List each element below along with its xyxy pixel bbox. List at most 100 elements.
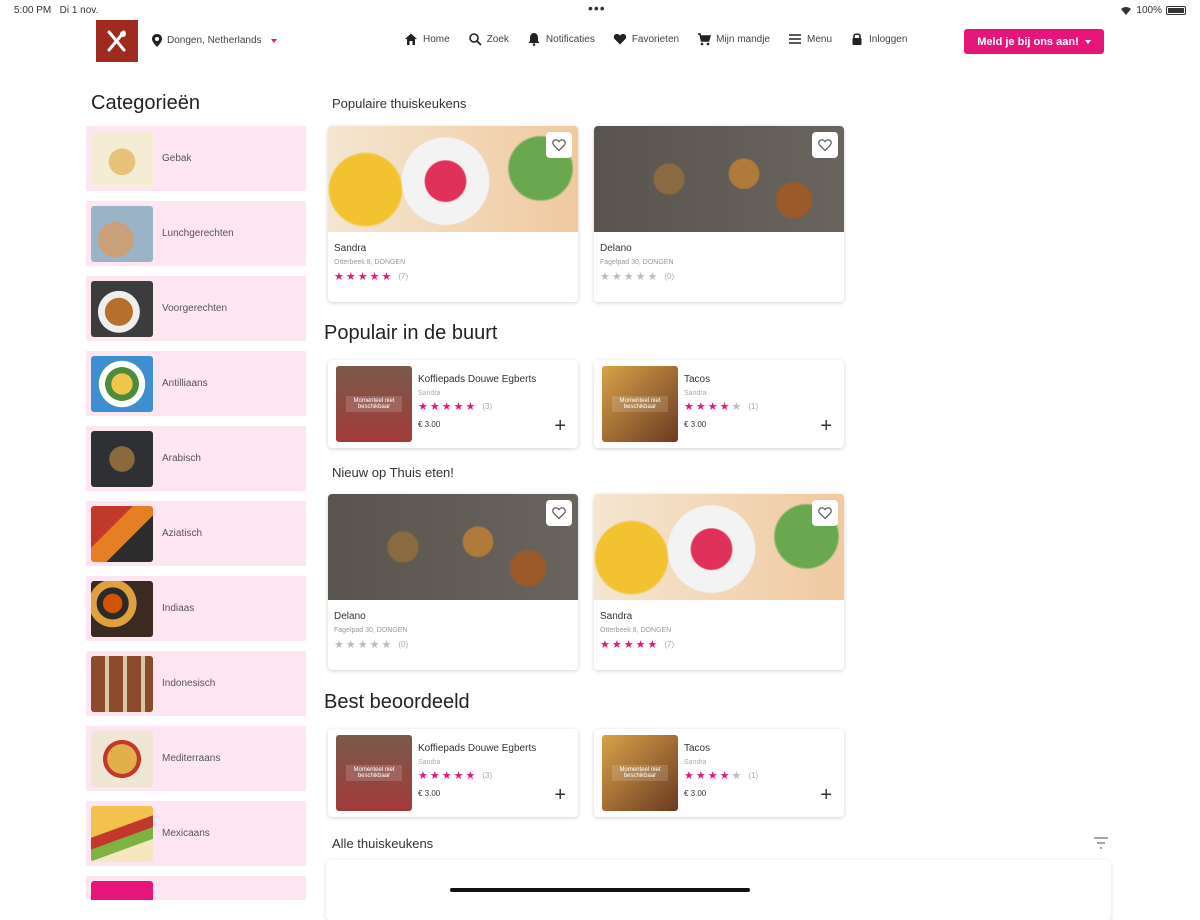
- location-pin-icon: [152, 34, 162, 47]
- product-price: € 3.00: [418, 789, 441, 798]
- unavailable-label: Momenteel niet beschikbaar: [612, 765, 668, 781]
- category-item[interactable]: Antilliaans: [86, 351, 306, 416]
- rating-count: (7): [398, 272, 409, 281]
- star-icon: ★: [369, 271, 380, 283]
- kitchen-card[interactable]: Sandra Otterbeek 8, DONGEN ★ ★ ★ ★ ★ (7): [594, 494, 844, 670]
- status-right: 100%: [1120, 5, 1186, 16]
- star-icon: ★: [345, 639, 356, 651]
- all-kitchens-header: Alle thuiskeukens: [326, 832, 1111, 856]
- nav-notifications[interactable]: Notificaties: [527, 32, 595, 46]
- product-card[interactable]: Momenteel niet beschikbaar Koffiepads Do…: [328, 360, 578, 448]
- nav-notifications-label: Notificaties: [545, 33, 595, 45]
- add-to-cart-button[interactable]: +: [554, 785, 566, 805]
- star-icon: ★: [334, 639, 344, 651]
- filter-icon: [1094, 837, 1108, 849]
- kitchen-name: Sandra: [334, 243, 367, 254]
- star-icon: ★: [611, 639, 622, 651]
- rating: ★ ★ ★ ★ ★ (3): [412, 765, 492, 782]
- kitchen-card[interactable]: Delano Fagelpad 30, DONGEN ★ ★ ★ ★ ★ (0): [594, 126, 844, 302]
- search-icon: [468, 33, 482, 46]
- nav-menu[interactable]: Menu: [788, 32, 832, 46]
- kitchen-card[interactable]: Sandra Otterbeek 8, DONGEN ★ ★ ★ ★ ★ (7): [328, 126, 578, 302]
- filter-button[interactable]: [1093, 836, 1109, 855]
- favorite-button[interactable]: [546, 132, 572, 158]
- location-selector[interactable]: Dongen, Netherlands: [152, 34, 277, 47]
- product-card[interactable]: Momenteel niet beschikbaar Koffiepads Do…: [328, 729, 578, 817]
- home-icon: [405, 33, 417, 45]
- category-item[interactable]: Aziatisch: [86, 501, 306, 566]
- home-indicator[interactable]: [450, 888, 750, 892]
- rating-count: (1): [748, 771, 759, 780]
- category-image: [91, 280, 153, 337]
- category-item[interactable]: Mediterraans: [86, 726, 306, 791]
- star-icon: ★: [695, 401, 706, 413]
- main-content: Populaire thuiskeukens Sandra Otterbeek …: [324, 84, 1126, 920]
- category-item[interactable]: Indiaas: [86, 576, 306, 641]
- category-image: [91, 430, 153, 487]
- product-name: Tacos: [684, 374, 711, 385]
- kitchen-address: Otterbeek 8, DONGEN: [334, 259, 406, 266]
- nav-search[interactable]: Zoek: [468, 32, 509, 46]
- signup-button-label: Meld je bij ons aan!: [977, 35, 1079, 48]
- star-icon: ★: [369, 639, 380, 651]
- battery-icon: [1166, 6, 1186, 15]
- nav-favorites[interactable]: Favorieten: [613, 32, 679, 46]
- category-sidebar: Categorieën Gebak Lunchgerechten Voorger…: [86, 84, 306, 900]
- section-title-popular-nearby: Populair in de buurt: [324, 322, 498, 344]
- app-logo[interactable]: [96, 20, 138, 62]
- section-title-all-kitchens: Alle thuiskeukens: [332, 836, 434, 851]
- category-item[interactable]: Voorgerechten: [86, 276, 306, 341]
- menu-icon: [789, 34, 801, 44]
- section-title-new: Nieuw op Thuis eten!: [332, 465, 454, 480]
- favorite-button[interactable]: [546, 500, 572, 526]
- rating-count: (0): [664, 272, 675, 281]
- star-icon: ★: [381, 639, 392, 651]
- product-price: € 3.00: [684, 420, 707, 429]
- multitask-dots-icon[interactable]: •••: [588, 0, 606, 16]
- chevron-down-icon: [1084, 39, 1091, 44]
- product-price: € 3.00: [684, 789, 707, 798]
- nav-cart[interactable]: Mijn mandje: [697, 32, 770, 46]
- category-image: [91, 730, 153, 787]
- kitchen-name: Sandra: [600, 611, 633, 622]
- category-item[interactable]: Indonesisch: [86, 651, 306, 716]
- add-to-cart-button[interactable]: +: [820, 785, 832, 805]
- product-card[interactable]: Momenteel niet beschikbaar Tacos Sandra …: [594, 360, 844, 448]
- star-icon: ★: [429, 770, 440, 782]
- star-icon: ★: [418, 770, 428, 782]
- add-to-cart-button[interactable]: +: [554, 416, 566, 436]
- star-icon: ★: [719, 401, 730, 413]
- category-image: [91, 355, 153, 412]
- heart-outline-icon: [552, 507, 566, 520]
- rating: ★ ★ ★ ★ ★ (1): [678, 765, 758, 782]
- category-item[interactable]: Gebak: [86, 126, 306, 191]
- star-icon: ★: [600, 271, 610, 283]
- rating-count: (3): [482, 402, 493, 411]
- star-icon: ★: [429, 401, 440, 413]
- signup-button[interactable]: Meld je bij ons aan!: [964, 29, 1104, 54]
- product-card[interactable]: Momenteel niet beschikbaar Tacos Sandra …: [594, 729, 844, 817]
- product-image: Momenteel niet beschikbaar: [602, 735, 678, 811]
- rating: ★ ★ ★ ★ ★ (1): [678, 396, 758, 413]
- nav-home[interactable]: Home: [404, 32, 450, 46]
- cutlery-icon: [107, 30, 126, 52]
- unavailable-label: Momenteel niet beschikbaar: [346, 396, 402, 412]
- star-icon: ★: [684, 401, 694, 413]
- star-icon: ★: [731, 401, 742, 413]
- product-image: Momenteel niet beschikbaar: [336, 735, 412, 811]
- add-to-cart-button[interactable]: +: [820, 416, 832, 436]
- favorite-button[interactable]: [812, 500, 838, 526]
- kitchen-card[interactable]: Delano Fagelpad 30, DONGEN ★ ★ ★ ★ ★ (0): [328, 494, 578, 670]
- nav-cart-label: Mijn mandje: [716, 33, 770, 45]
- kitchen-address: Fagelpad 30, DONGEN: [600, 259, 674, 266]
- category-item[interactable]: Lunchgerechten: [86, 201, 306, 266]
- favorite-button[interactable]: [812, 132, 838, 158]
- nav-login[interactable]: Inloggen: [850, 32, 907, 46]
- rating-count: (7): [664, 640, 675, 649]
- category-item[interactable]: Mexicaans: [86, 801, 306, 866]
- star-icon: ★: [635, 639, 646, 651]
- heart-outline-icon: [818, 139, 832, 152]
- category-item[interactable]: [86, 876, 306, 900]
- star-icon: ★: [707, 770, 718, 782]
- category-item[interactable]: Arabisch: [86, 426, 306, 491]
